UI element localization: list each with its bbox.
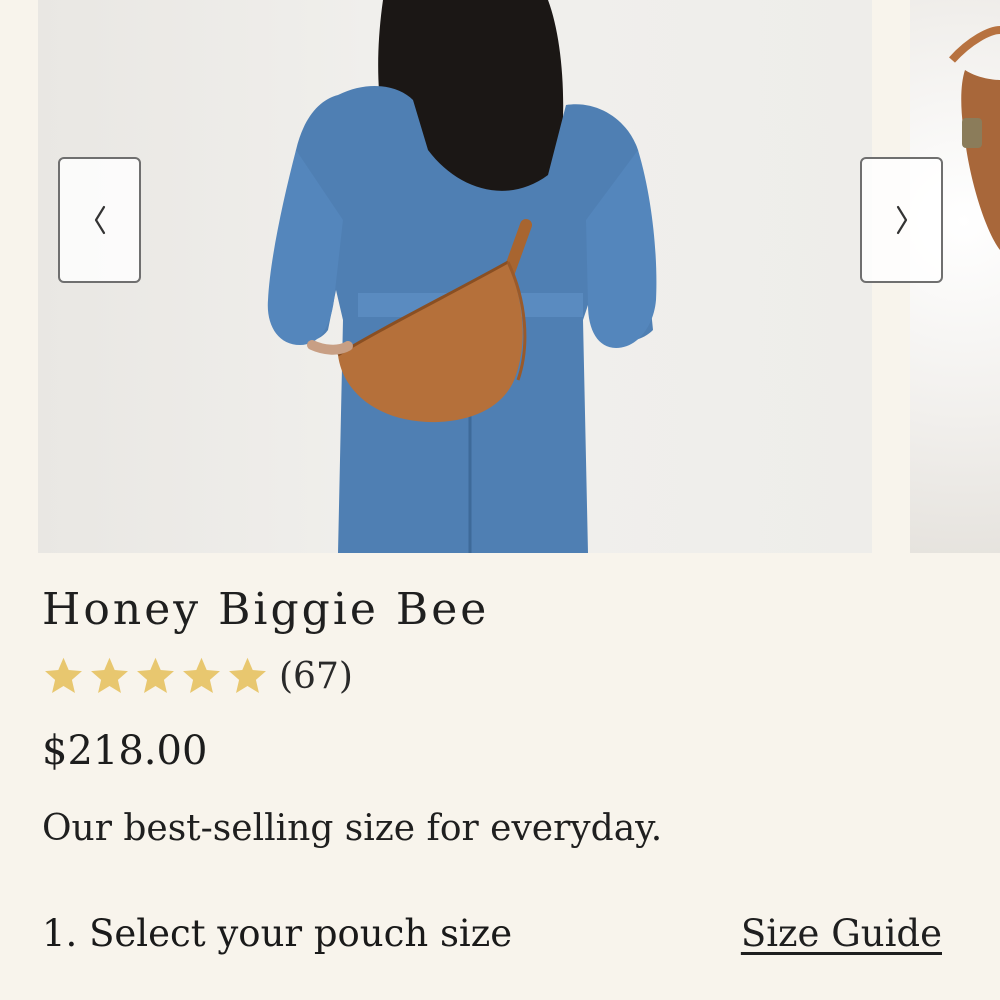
product-rating[interactable]: (67)	[42, 652, 353, 700]
rating-stars	[42, 655, 269, 698]
star-icon	[45, 657, 82, 693]
product-photo	[267, 0, 657, 553]
chevron-right-icon	[896, 205, 907, 235]
pouch-size-step-label: 1. Select your pouch size	[42, 912, 513, 955]
star-icon	[229, 657, 266, 693]
review-count[interactable]: (67)	[279, 656, 353, 697]
size-guide-link[interactable]: Size Guide	[741, 912, 942, 955]
product-tagline: Our best-selling size for everyday.	[42, 808, 663, 849]
product-image-main[interactable]	[38, 0, 872, 553]
product-price: $218.00	[42, 728, 208, 774]
star-icon	[91, 657, 128, 693]
star-icon	[183, 657, 220, 693]
chevron-left-icon	[94, 205, 105, 235]
carousel-prev-button[interactable]	[58, 157, 141, 283]
product-title: Honey Biggie Bee	[42, 584, 490, 635]
carousel-next-button[interactable]	[860, 157, 943, 283]
product-image-carousel[interactable]	[0, 0, 1000, 553]
star-icon	[137, 657, 174, 693]
